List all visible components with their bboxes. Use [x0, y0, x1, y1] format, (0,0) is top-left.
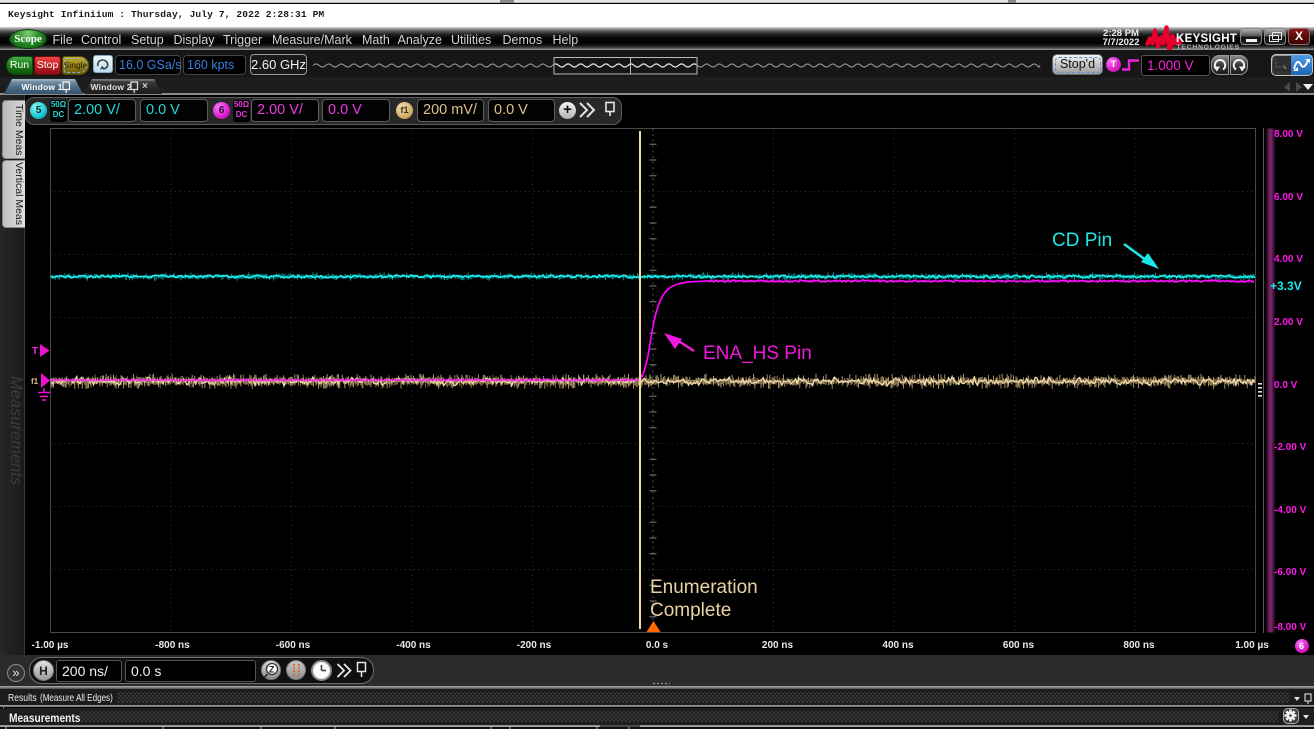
svg-text:+3.3V: +3.3V	[1270, 279, 1302, 293]
svg-text:Enumeration: Enumeration	[650, 577, 758, 598]
svg-text:Z: Z	[269, 665, 275, 675]
svg-text:T: T	[32, 346, 38, 357]
svg-text:Complete: Complete	[650, 600, 731, 621]
svg-text:CD Pin: CD Pin	[1052, 230, 1112, 251]
svg-text:f1: f1	[31, 377, 39, 386]
svg-text:ENA_HS Pin: ENA_HS Pin	[703, 343, 812, 364]
